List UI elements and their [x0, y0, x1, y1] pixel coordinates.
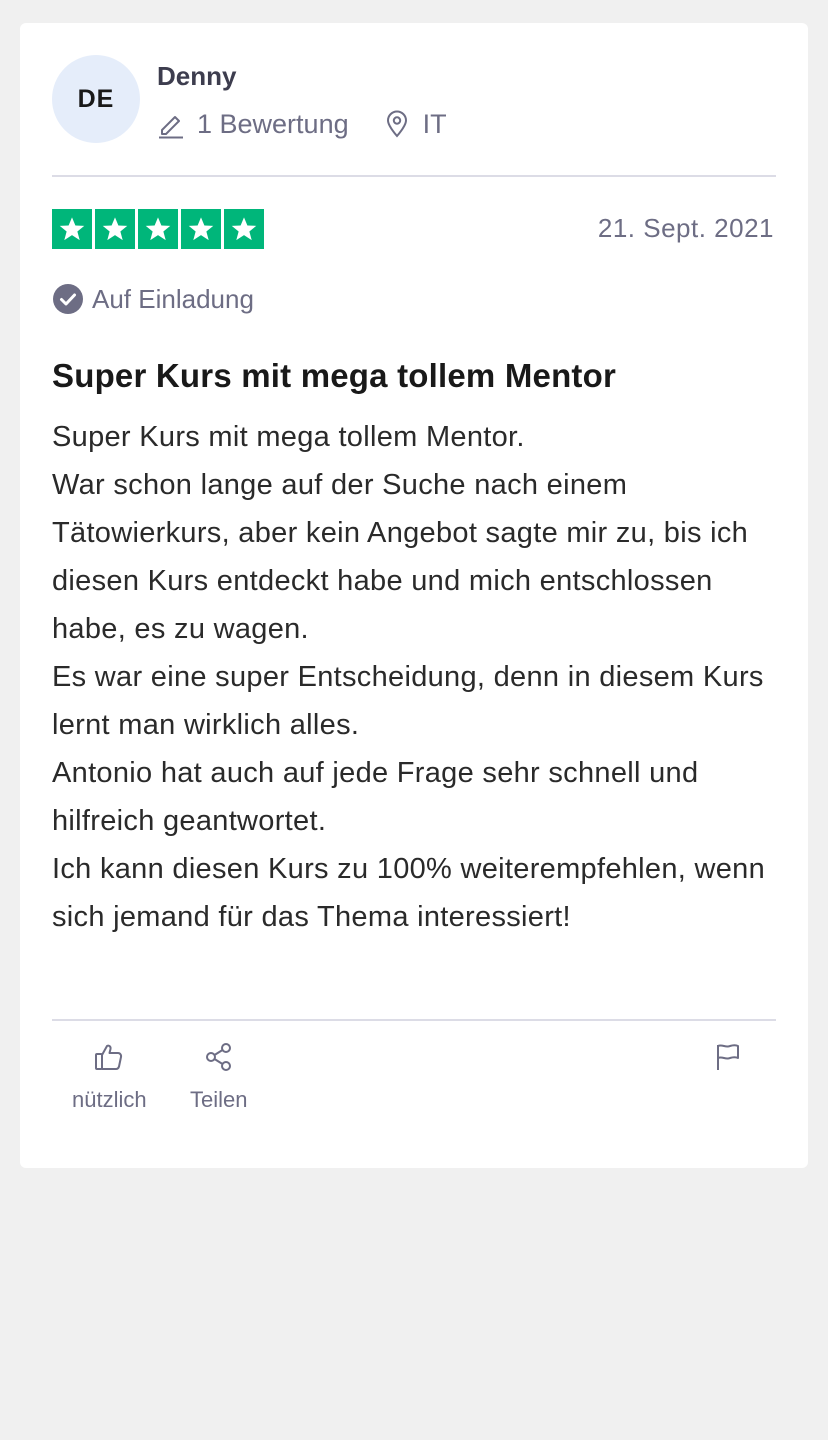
- star-icon: [224, 209, 264, 249]
- country-label: IT: [422, 108, 447, 139]
- star-icon: [181, 209, 221, 249]
- location: IT: [383, 109, 447, 140]
- review-paragraph: Super Kurs mit mega tollem Mentor.: [52, 421, 525, 453]
- share-icon: [203, 1041, 235, 1073]
- divider: [52, 175, 776, 177]
- review-card: DE Denny 1 Bewertung IT 21. Sept. 2021 A…: [20, 23, 808, 1168]
- report-button[interactable]: [712, 1041, 744, 1087]
- author-name[interactable]: Denny: [157, 61, 236, 92]
- useful-button[interactable]: nützlich: [72, 1041, 147, 1113]
- share-button[interactable]: Teilen: [190, 1041, 247, 1113]
- flag-icon: [712, 1041, 744, 1073]
- thumbs-up-icon: [93, 1041, 125, 1073]
- check-circle-icon: [52, 283, 84, 315]
- verification-label[interactable]: Auf Einladung: [52, 283, 254, 315]
- verification-text: Auf Einladung: [92, 283, 254, 314]
- review-date: 21. Sept. 2021: [597, 213, 774, 243]
- location-pin-icon: [383, 109, 411, 139]
- divider: [52, 1019, 776, 1021]
- star-icon: [52, 209, 92, 249]
- star-rating: [52, 209, 264, 249]
- review-title: Super Kurs mit mega tollem Mentor: [52, 357, 617, 394]
- author-meta: 1 Bewertung IT: [157, 106, 447, 142]
- star-icon: [138, 209, 178, 249]
- star-icon: [95, 209, 135, 249]
- share-label: Teilen: [190, 1087, 248, 1112]
- review-paragraph: Antonio hat auch auf jede Frage sehr sch…: [52, 757, 699, 837]
- review-count: 1 Bewertung: [157, 109, 349, 140]
- useful-label: nützlich: [72, 1087, 147, 1112]
- review-body: Super Kurs mit mega tollem Mentor. War s…: [52, 413, 776, 941]
- review-paragraph: War schon lange auf der Suche nach einem…: [52, 469, 749, 645]
- review-paragraph: Ich kann diesen Kurs zu 100% weiterempfe…: [52, 853, 766, 933]
- review-paragraph: Es war eine super Entscheidung, denn in …: [52, 661, 764, 741]
- review-count-label: 1 Bewertung: [197, 108, 349, 139]
- avatar[interactable]: DE: [52, 55, 140, 143]
- pencil-icon: [157, 109, 185, 139]
